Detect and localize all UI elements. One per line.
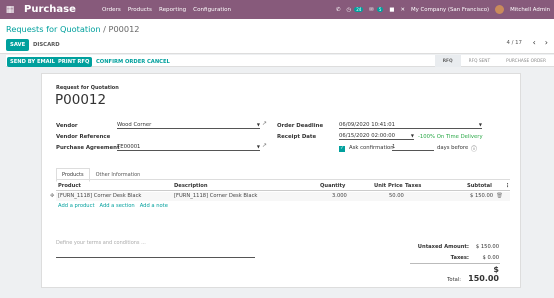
total-row: Total: $ 150.00 (397, 265, 499, 283)
add-note-link[interactable]: Add a note (140, 203, 168, 209)
table-row[interactable]: ✥ [FURN_1118] Corner Desk Black [FURN_11… (50, 192, 510, 201)
activity-icon[interactable]: ◷ (346, 7, 351, 13)
tab-divider (56, 179, 510, 180)
purchase-agreement-field[interactable]: TE00001 ▼ (117, 143, 260, 151)
pager-value[interactable]: 4 / 17 (506, 40, 522, 46)
row-subtotal: $ 150.00 (470, 193, 494, 199)
row-unit-price[interactable]: 50.00 (389, 193, 404, 199)
caret-down-icon[interactable]: ▼ (257, 143, 260, 151)
add-line-links: Add a product Add a section Add a note (58, 203, 168, 209)
form-title-label: Request for Quotation (56, 85, 119, 91)
app-brand[interactable]: Purchase (24, 4, 90, 15)
stage-purchase-order[interactable]: PURCHASE ORDER (498, 55, 554, 67)
order-deadline-value: 06/09/2020 10:41:01 (339, 122, 396, 128)
help-icon[interactable]: ⓘ (471, 144, 477, 153)
vendor-reference-field[interactable] (117, 132, 260, 140)
column-options-icon[interactable]: ⋮ (505, 183, 510, 189)
pager-arrows: ‹ › (533, 38, 548, 47)
message-count-badge: 5 (376, 7, 384, 12)
checkbox-checked-icon[interactable]: ✓ (339, 145, 345, 152)
control-panel: Requests for Quotation / P00012 SAVE DIS… (0, 19, 554, 54)
breadcrumb-separator: / (103, 24, 106, 34)
table-header: Product Description Quantity Unit Price … (56, 182, 510, 191)
total-label: Total: (447, 277, 461, 283)
order-deadline-label: Order Deadline (277, 123, 324, 129)
purchase-agreement-label: Purchase Agreement (56, 145, 120, 151)
caret-down-icon[interactable]: ▼ (257, 121, 260, 129)
vendor-value: Wood Corner (117, 122, 152, 128)
receipt-date-label: Receipt Date (277, 134, 317, 140)
taxes-row: Taxes: $ 0.00 (405, 255, 499, 261)
apps-menu-icon[interactable]: ▦ (0, 0, 20, 19)
row-description[interactable]: [FURN_1118] Corner Desk Black (174, 193, 257, 199)
stage-bar: RFQ RFQ SENT PURCHASE ORDER (434, 55, 554, 67)
header-quantity[interactable]: Quantity (320, 183, 345, 189)
menu-configuration[interactable]: Configuration (193, 7, 231, 13)
header-description[interactable]: Description (174, 183, 208, 189)
external-link-icon[interactable]: ↗ (262, 142, 267, 149)
header-unit-price[interactable]: Unit Price (374, 183, 403, 189)
totals-divider (410, 263, 500, 264)
stage-rfq[interactable]: RFQ (434, 55, 461, 67)
untaxed-value: $ 150.00 (475, 244, 499, 250)
avatar[interactable] (495, 5, 505, 14)
add-section-link[interactable]: Add a section (99, 203, 134, 209)
systray: ✆ ◷ 24 ✉ 5 ■ ✕ My Company (San Francisco) … (336, 0, 550, 19)
user-menu[interactable]: Mitchell Admin (510, 7, 550, 13)
activity-count-badge: 24 (354, 7, 364, 12)
print-rfq-button[interactable]: PRINT RFQ (55, 57, 93, 67)
trash-icon[interactable]: 🗑 (496, 193, 503, 199)
untaxed-label: Untaxed Amount: (417, 244, 469, 250)
cancel-button[interactable]: CANCEL (144, 57, 173, 67)
order-name: P00012 (55, 92, 107, 108)
add-product-link[interactable]: Add a product (58, 203, 94, 209)
menu-orders[interactable]: Orders (102, 7, 121, 13)
breadcrumb-current: P00012 (108, 24, 140, 34)
menu-products[interactable]: Products (128, 7, 152, 13)
ask-days-field[interactable]: 1 (392, 143, 434, 151)
header-taxes[interactable]: Taxes (405, 183, 421, 189)
main-menu: Orders Products Reporting Configuration (102, 7, 231, 13)
breadcrumb-root[interactable]: Requests for Quotation (6, 24, 101, 34)
taxes-label: Taxes: (450, 255, 469, 261)
breadcrumb: Requests for Quotation / P00012 (6, 24, 140, 34)
terms-conditions-field[interactable]: Define your terms and conditions ... (56, 238, 255, 258)
on-time-delivery: -100% On Time Delivery (418, 134, 483, 140)
taxes-value: $ 0.00 (482, 255, 500, 261)
gift-icon[interactable]: ■ (389, 7, 394, 13)
caret-down-icon[interactable]: ▼ (479, 121, 482, 129)
stage-rfq-sent[interactable]: RFQ SENT (461, 55, 499, 67)
receipt-date-value: 06/15/2020 02:00:00 (339, 133, 396, 139)
purchase-agreement-value: TE00001 (117, 144, 141, 150)
menu-reporting[interactable]: Reporting (159, 7, 186, 13)
discard-button[interactable]: DISCARD (33, 42, 60, 48)
drag-handle-icon[interactable]: ✥ (50, 193, 54, 199)
days-before-label: days before (437, 145, 469, 151)
untaxed-row: Untaxed Amount: $ 150.00 (405, 244, 499, 250)
order-deadline-field[interactable]: 06/09/2020 10:41:01 ▼ (339, 121, 482, 129)
receipt-date-field[interactable]: 06/15/2020 02:00:00 ▼ (339, 132, 414, 140)
vendor-label: Vendor (56, 123, 78, 129)
company-switcher[interactable]: My Company (San Francisco) (411, 7, 489, 13)
confirm-order-button[interactable]: CONFIRM ORDER (93, 57, 148, 67)
row-product[interactable]: [FURN_1118] Corner Desk Black (58, 193, 141, 199)
chevron-left-icon[interactable]: ‹ (533, 38, 536, 47)
header-subtotal[interactable]: Subtotal (467, 183, 492, 189)
vendor-reference-label: Vendor Reference (56, 134, 111, 140)
chevron-right-icon[interactable]: › (545, 38, 548, 47)
save-button[interactable]: SAVE (6, 39, 30, 51)
row-quantity[interactable]: 3.000 (332, 193, 347, 199)
caret-down-icon[interactable]: ▼ (411, 132, 414, 140)
header-product[interactable]: Product (58, 183, 81, 189)
total-value: $ 150.00 (468, 265, 499, 283)
top-navbar: ▦ Purchase Orders Products Reporting Con… (0, 0, 554, 19)
form-sheet: Request for Quotation P00012 Vendor Wood… (41, 73, 521, 288)
phone-icon[interactable]: ✆ (336, 7, 341, 13)
send-by-email-button[interactable]: SEND BY EMAIL (7, 57, 58, 67)
close-icon[interactable]: ✕ (400, 7, 405, 13)
vendor-field[interactable]: Wood Corner ▼ (117, 121, 260, 129)
external-link-icon[interactable]: ↗ (262, 120, 267, 127)
chat-icon[interactable]: ✉ (369, 7, 374, 13)
ask-confirmation-label: Ask confirmation (349, 145, 394, 151)
